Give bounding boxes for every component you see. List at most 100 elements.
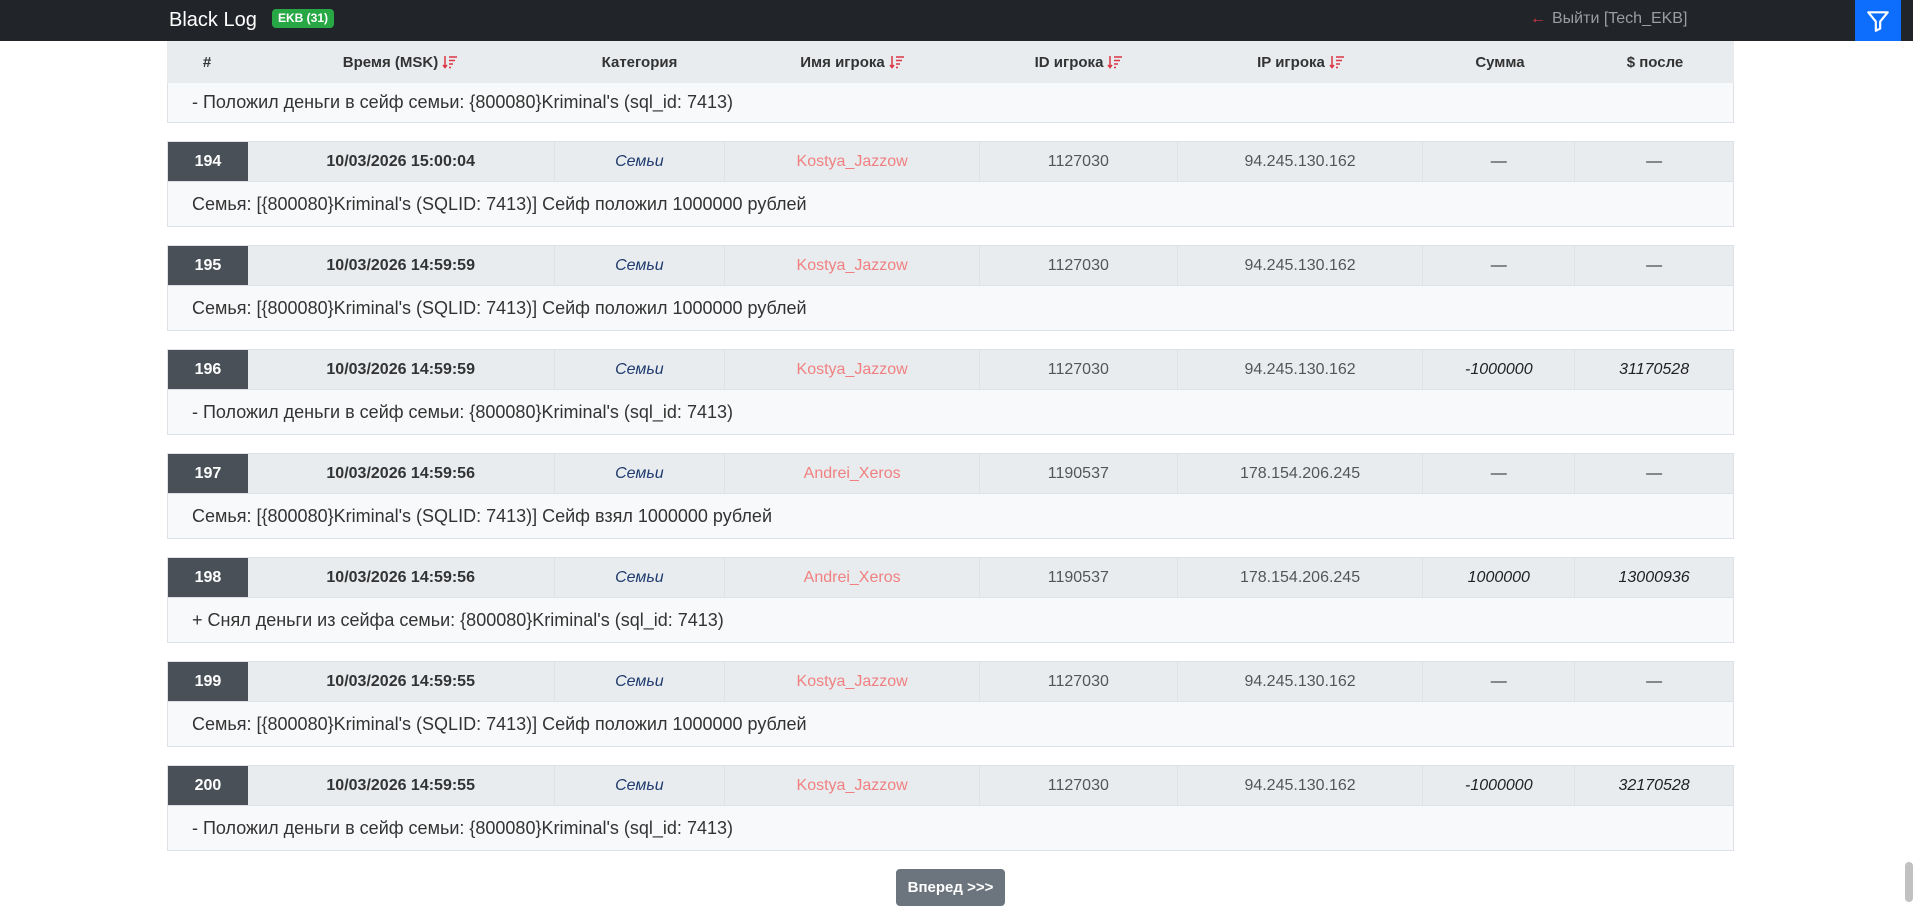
row-number: 196 (168, 350, 248, 389)
player-ip: 94.245.130.162 (1178, 246, 1424, 285)
balance-after: — (1646, 464, 1663, 482)
player-ip: 94.245.130.162 (1178, 662, 1424, 701)
table-row: 200 10/03/2026 14:59:55 Семьи Kostya_Jazzow… (168, 766, 1733, 806)
funnel-icon (1867, 10, 1889, 32)
player-name-link[interactable]: Kostya_Jazzow (725, 350, 980, 389)
page-scrollbar[interactable] (1905, 862, 1913, 902)
column-header-category: Категория (554, 41, 725, 83)
balance-after: 13000936 (1618, 568, 1690, 586)
log-category: Семьи (555, 662, 726, 701)
app-brand[interactable]: Black Log (169, 8, 257, 32)
table-header: # Время (MSK) Категория Имя игрока ID иг… (167, 41, 1734, 83)
player-name-link[interactable]: Kostya_Jazzow (725, 766, 980, 805)
column-header-label: ID игрока (1034, 53, 1104, 71)
player-ip: 94.245.130.162 (1178, 142, 1424, 181)
log-amount: 1000000 (1423, 558, 1576, 597)
log-entry: 200 10/03/2026 14:59:55 Семьи Kostya_Jazzow… (167, 765, 1734, 851)
player-name-link[interactable]: Kostya_Jazzow (725, 662, 980, 701)
log-amount: — (1423, 246, 1576, 285)
table-row: 194 10/03/2026 15:00:04 Семьи Kostya_Jazzow… (168, 142, 1733, 182)
log-category: Семьи (555, 454, 726, 493)
player-ip: 94.245.130.162 (1178, 766, 1424, 805)
column-header-amount: Сумма (1424, 41, 1576, 83)
log-category: Семьи (555, 766, 726, 805)
player-id: 1127030 (980, 766, 1178, 805)
log-list: - Положил деньги в сейф семьи: {800080}K… (167, 83, 1734, 851)
arrow-left-icon: ← (1530, 10, 1546, 27)
player-id: 1127030 (980, 662, 1178, 701)
sort-desc-icon[interactable] (1107, 55, 1123, 69)
player-id: 1127030 (980, 246, 1178, 285)
filter-button[interactable] (1855, 0, 1901, 41)
column-header-time[interactable]: Время (MSK) (247, 41, 554, 83)
balance-after: — (1646, 256, 1663, 274)
player-id: 1190537 (980, 454, 1178, 493)
log-time: 10/03/2026 15:00:04 (248, 142, 555, 181)
column-header-label: Сумма (1475, 53, 1525, 71)
player-ip: 178.154.206.245 (1178, 558, 1424, 597)
player-name-link[interactable]: Andrei_Xeros (725, 558, 980, 597)
log-message: - Положил деньги в сейф семьи: {800080}K… (168, 806, 1733, 850)
log-amount: — (1423, 142, 1576, 181)
log-entry: 199 10/03/2026 14:59:55 Семьи Kostya_Jazzow… (167, 661, 1734, 747)
log-entry: 198 10/03/2026 14:59:56 Семьи Andrei_Xeros 1… (167, 557, 1734, 643)
column-header-number: # (167, 41, 247, 83)
log-time: 10/03/2026 14:59:59 (248, 246, 555, 285)
logout-link[interactable]: ← Выйти [Tech_EKB] (1530, 9, 1687, 29)
column-header-player-name[interactable]: Имя игрока (725, 41, 980, 83)
server-badge: EKB (31) (272, 9, 335, 28)
table-row: 196 10/03/2026 14:59:59 Семьи Kostya_Jazzow… (168, 350, 1733, 390)
row-number: 198 (168, 558, 248, 597)
column-header-label: Время (MSK) (342, 53, 439, 71)
player-id: 1127030 (980, 142, 1178, 181)
balance-after: — (1646, 152, 1663, 170)
row-number: 194 (168, 142, 248, 181)
table-row: 198 10/03/2026 14:59:56 Семьи Andrei_Xeros 1… (168, 558, 1733, 598)
top-navbar: Black Log EKB (31) ← Выйти [Tech_EKB] (0, 0, 1913, 41)
log-message: Семья: [{800080}Kriminal's (SQLID: 7413)… (168, 182, 1733, 226)
column-header-label: IP игрока (1257, 53, 1325, 71)
log-amount: — (1423, 454, 1576, 493)
log-message: Семья: [{800080}Kriminal's (SQLID: 7413)… (168, 494, 1733, 538)
player-name-link[interactable]: Kostya_Jazzow (725, 142, 980, 181)
player-id: 1190537 (980, 558, 1178, 597)
balance-after: — (1646, 672, 1663, 690)
column-header-player-ip[interactable]: IP игрока (1178, 41, 1424, 83)
column-header-label: # (202, 53, 212, 71)
balance-after: 31170528 (1619, 360, 1690, 378)
column-header-label: $ после (1626, 53, 1684, 71)
log-time: 10/03/2026 14:59:56 (248, 454, 555, 493)
log-time: 10/03/2026 14:59:55 (248, 662, 555, 701)
column-header-label: Имя игрока (800, 53, 885, 71)
column-header-player-id[interactable]: ID игрока (980, 41, 1178, 83)
sort-desc-icon[interactable] (889, 55, 905, 69)
column-header-label: Категория (601, 53, 678, 71)
row-number: 200 (168, 766, 248, 805)
next-page-button[interactable]: Вперед >>> (896, 869, 1005, 906)
log-message: - Положил деньги в сейф семьи: {800080}K… (167, 83, 1734, 123)
log-amount: -1000000 (1423, 766, 1576, 805)
logout-label: Выйти [Tech_EKB] (1552, 10, 1688, 27)
sort-desc-icon[interactable] (1329, 55, 1345, 69)
log-entry: 194 10/03/2026 15:00:04 Семьи Kostya_Jazzow… (167, 141, 1734, 227)
column-header-balance-after: $ после (1576, 41, 1734, 83)
table-row: 197 10/03/2026 14:59:56 Семьи Andrei_Xeros 1… (168, 454, 1733, 494)
log-entry: 197 10/03/2026 14:59:56 Семьи Andrei_Xeros 1… (167, 453, 1734, 539)
player-name-link[interactable]: Andrei_Xeros (725, 454, 980, 493)
sort-desc-icon[interactable] (442, 55, 458, 69)
row-number: 195 (168, 246, 248, 285)
log-category: Семьи (555, 558, 726, 597)
player-name-link[interactable]: Kostya_Jazzow (725, 246, 980, 285)
log-entry: 195 10/03/2026 14:59:59 Семьи Kostya_Jazzow… (167, 245, 1734, 331)
log-entry: 196 10/03/2026 14:59:59 Семьи Kostya_Jazzow… (167, 349, 1734, 435)
row-number: 199 (168, 662, 248, 701)
table-row: 195 10/03/2026 14:59:59 Семьи Kostya_Jazzow… (168, 246, 1733, 286)
log-message: Семья: [{800080}Kriminal's (SQLID: 7413)… (168, 286, 1733, 330)
player-id: 1127030 (980, 350, 1178, 389)
log-message: - Положил деньги в сейф семьи: {800080}K… (168, 390, 1733, 434)
log-amount: -1000000 (1423, 350, 1576, 389)
log-message: + Снял деньги из сейфа семьи: {800080}Kr… (168, 598, 1733, 642)
log-amount: — (1423, 662, 1576, 701)
player-ip: 178.154.206.245 (1178, 454, 1424, 493)
row-number: 197 (168, 454, 248, 493)
